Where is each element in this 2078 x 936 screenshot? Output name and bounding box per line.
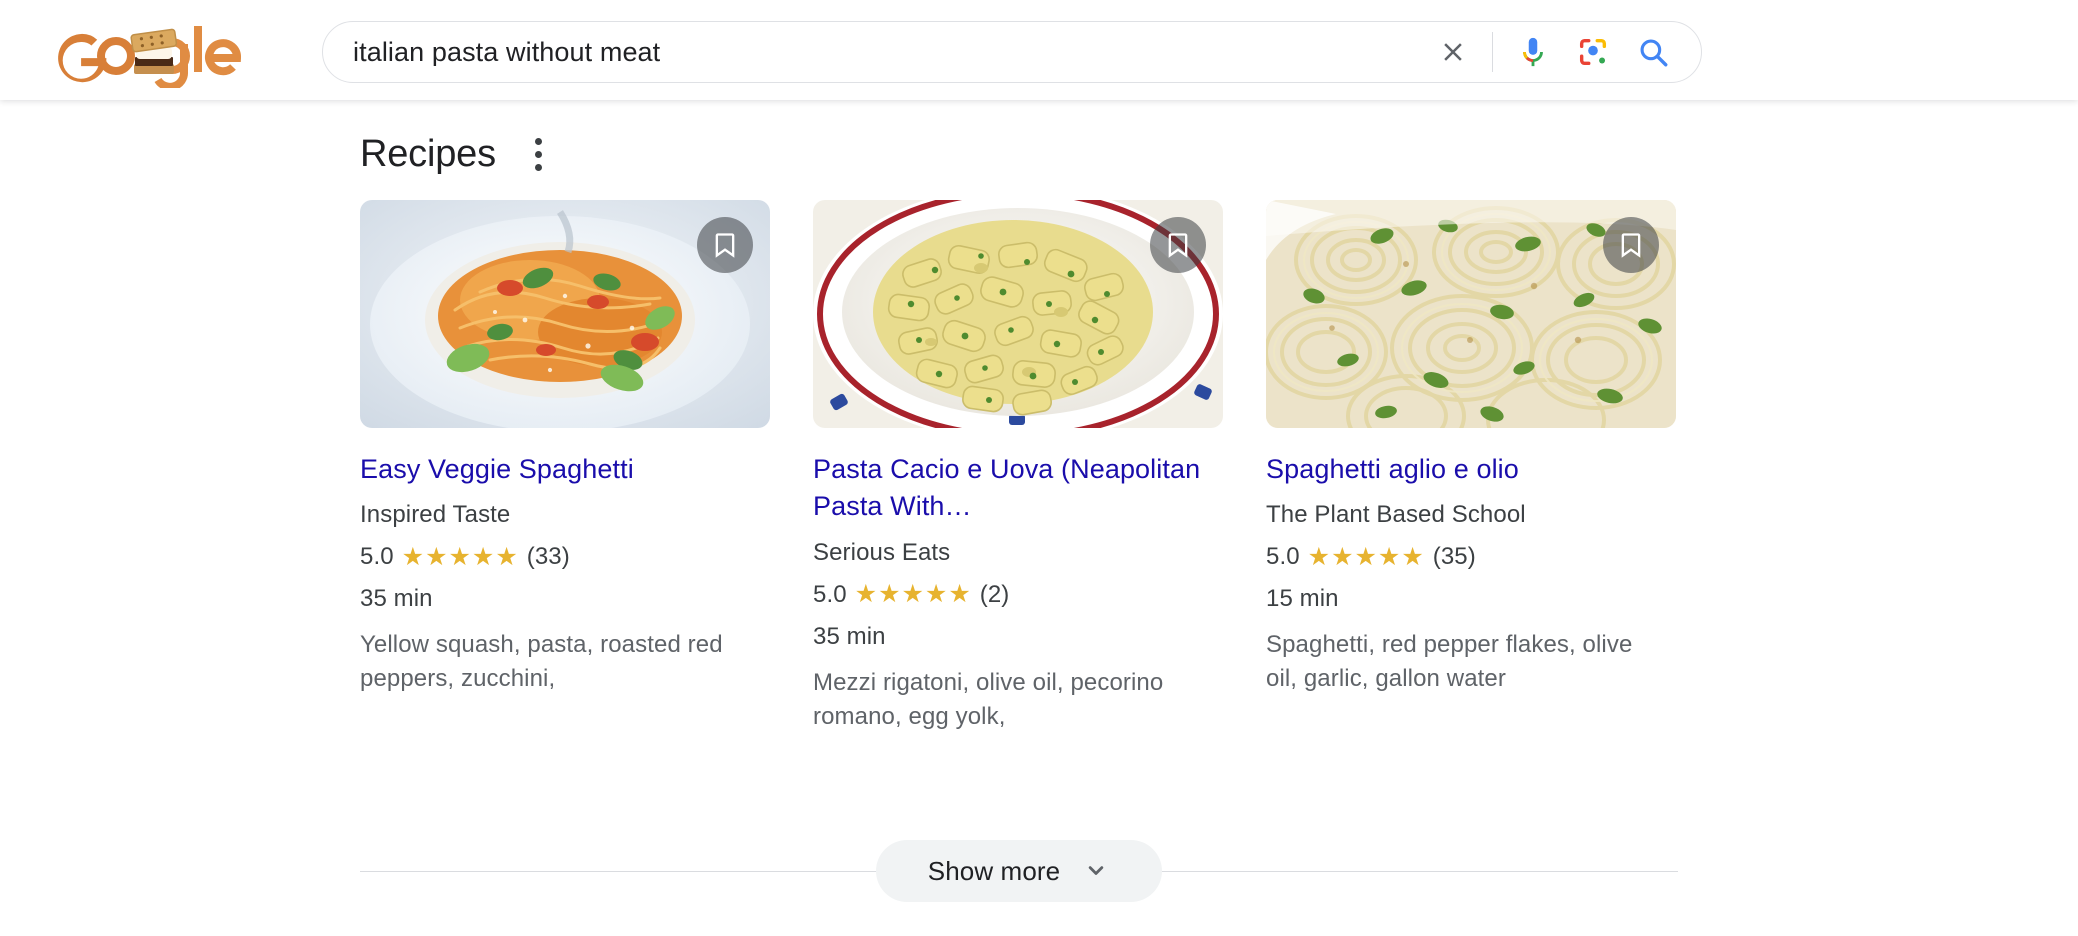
show-more-area: Show more bbox=[360, 840, 1678, 902]
show-more-button[interactable]: Show more bbox=[875, 840, 1163, 902]
recipe-rating: 5.0 ★★★★★ (33) bbox=[360, 543, 770, 571]
recipe-source: The Plant Based School bbox=[1266, 501, 1526, 529]
recipe-source: Inspired Taste bbox=[360, 501, 511, 529]
recipe-ingredients: Mezzi rigatoni, olive oil, pecorino roma… bbox=[813, 668, 1164, 730]
rating-count: (2) bbox=[979, 580, 1010, 608]
recipe-card[interactable]: Easy Veggie Spaghetti Inspired Taste 5.0… bbox=[360, 200, 770, 696]
recipe-ingredients: Spaghetti, red pepper flakes, olive oil,… bbox=[1266, 631, 1633, 693]
rating-value: 5.0 bbox=[1266, 543, 1300, 571]
chevron-down-icon bbox=[1082, 856, 1110, 887]
google-search-results-page: italian pasta without meat Recipes Easy … bbox=[0, 0, 2078, 936]
recipe-rating: 5.0 ★★★★★ (2) bbox=[813, 581, 1223, 609]
recipe-title-link[interactable]: Easy Veggie Spaghetti bbox=[360, 451, 770, 488]
rating-value: 5.0 bbox=[360, 543, 394, 571]
recipe-time: 35 min bbox=[360, 585, 433, 613]
recipe-thumbnail[interactable] bbox=[813, 200, 1223, 428]
rating-stars: ★★★★★ bbox=[1307, 542, 1425, 571]
close-icon[interactable] bbox=[1424, 23, 1482, 81]
rating-count: (33) bbox=[526, 543, 570, 571]
google-doodle-logo[interactable] bbox=[44, 16, 244, 88]
section-header: Recipes bbox=[360, 122, 2078, 186]
search-input[interactable]: italian pasta without meat bbox=[323, 39, 1424, 66]
search-box[interactable]: italian pasta without meat bbox=[322, 21, 1702, 83]
recipe-ingredients: Yellow squash, pasta, roasted red pepper… bbox=[360, 631, 723, 693]
search-magnifier-icon[interactable] bbox=[1623, 22, 1683, 82]
show-more-label: Show more bbox=[927, 855, 1061, 886]
recipe-thumbnail[interactable] bbox=[360, 200, 770, 428]
recipe-card-list: Easy Veggie Spaghetti Inspired Taste 5.0… bbox=[360, 200, 2078, 734]
recipe-card[interactable]: Spaghetti aglio e olio The Plant Based S… bbox=[1266, 200, 1676, 696]
recipes-section: Recipes Easy Veggie Spaghetti Inspired T… bbox=[0, 100, 2078, 734]
recipe-title-link[interactable]: Spaghetti aglio e olio bbox=[1266, 451, 1676, 488]
bookmark-icon[interactable] bbox=[697, 217, 753, 273]
rating-stars: ★★★★★ bbox=[401, 542, 519, 571]
rating-count: (35) bbox=[1432, 543, 1476, 571]
search-divider bbox=[1492, 32, 1493, 72]
bookmark-icon[interactable] bbox=[1603, 217, 1659, 273]
recipe-title-link[interactable]: Pasta Cacio e Uova (Neapolitan Pasta Wit… bbox=[813, 451, 1223, 526]
google-lens-camera-icon[interactable] bbox=[1563, 22, 1623, 82]
recipe-card[interactable]: Pasta Cacio e Uova (Neapolitan Pasta Wit… bbox=[813, 200, 1223, 734]
recipe-source: Serious Eats bbox=[813, 538, 951, 566]
microphone-icon[interactable] bbox=[1503, 22, 1563, 82]
recipe-time: 35 min bbox=[813, 622, 886, 650]
search-header: italian pasta without meat bbox=[0, 0, 2078, 100]
bookmark-icon[interactable] bbox=[1150, 217, 1206, 273]
rating-stars: ★★★★★ bbox=[854, 580, 972, 608]
rating-value: 5.0 bbox=[813, 580, 847, 608]
recipe-rating: 5.0 ★★★★★ (35) bbox=[1266, 543, 1676, 571]
page-title: Recipes bbox=[360, 133, 496, 175]
three-dot-vertical-menu-icon[interactable] bbox=[522, 132, 556, 176]
recipe-time: 15 min bbox=[1266, 585, 1339, 613]
recipe-thumbnail[interactable] bbox=[1266, 200, 1676, 428]
